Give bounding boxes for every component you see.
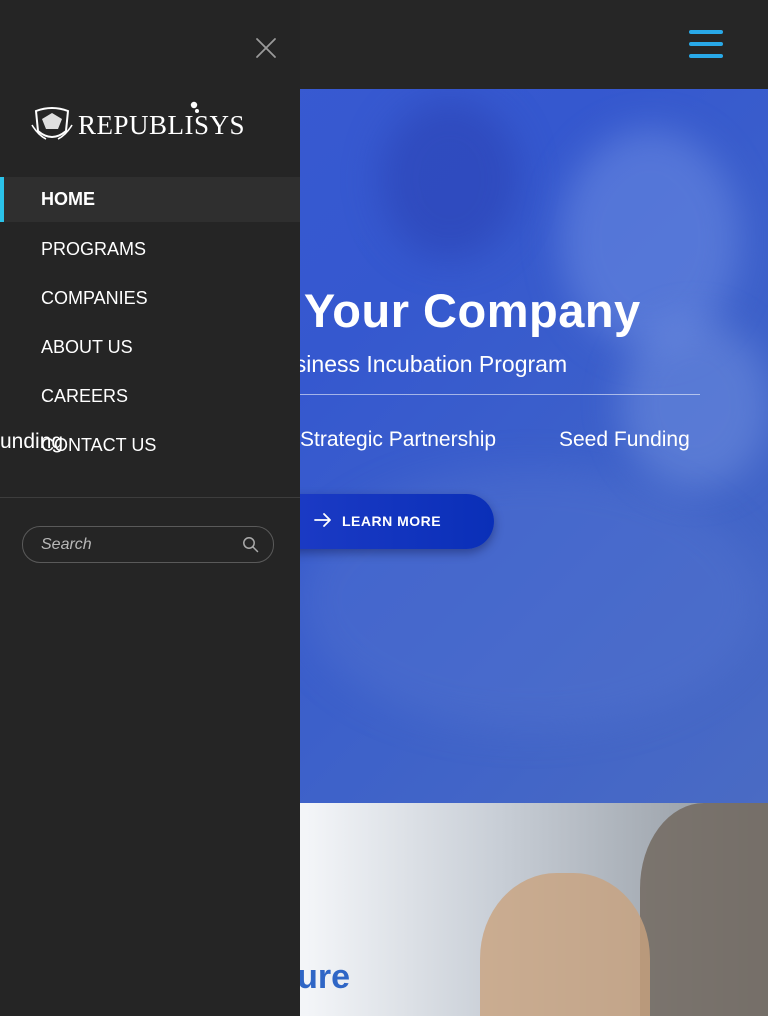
nav-item-label: PROGRAMS <box>41 239 147 259</box>
hero-divider <box>300 394 700 395</box>
nav-item-careers[interactable]: CAREERS <box>0 373 300 422</box>
nav-item-label: COMPANIES <box>41 288 148 308</box>
logo-dots-icon <box>190 101 199 113</box>
hero-title: n Your Company <box>262 284 641 337</box>
learn-more-label: LEARN MORE <box>342 513 442 529</box>
nav-item-label: CAREERS <box>41 386 129 406</box>
nav-item-companies[interactable]: COMPANIES <box>0 275 300 324</box>
logo[interactable]: REPUBLISYS <box>30 101 256 145</box>
logo-text: REPUBLISYS <box>78 110 246 140</box>
nav-item-label: ABOUT US <box>41 337 133 357</box>
hero-bg-shape <box>380 99 520 259</box>
nav-item-about-us[interactable]: ABOUT US <box>0 324 300 373</box>
nav-item-label: HOME <box>41 189 95 209</box>
feature-seed-funding: Seed Funding <box>559 428 690 451</box>
hero-bg-shape <box>620 319 768 489</box>
hamburger-icon[interactable] <box>689 30 723 60</box>
feature-strategic-partnership: Strategic Partnership <box>300 428 497 451</box>
arrow-right-icon <box>314 513 331 527</box>
background-photo <box>480 873 650 1016</box>
side-drawer: REPUBLISYS HOME PROGRAMS COMPANIES ABOUT… <box>0 0 300 1016</box>
nav-item-programs[interactable]: PROGRAMS <box>0 226 300 275</box>
drawer-nav: HOME PROGRAMS COMPANIES ABOUT US CAREERS… <box>0 177 300 471</box>
search-input[interactable] <box>41 527 231 562</box>
background-photo <box>640 803 768 1016</box>
feature-funding-overflow: unding <box>0 430 64 453</box>
drawer-divider <box>0 497 300 498</box>
close-icon[interactable] <box>255 37 277 59</box>
search-icon[interactable] <box>242 536 259 553</box>
hero-subtitle: usiness Incubation Program <box>282 351 568 377</box>
search-box <box>22 526 274 563</box>
logo-emblem-icon <box>31 107 73 140</box>
nav-item-home[interactable]: HOME <box>0 177 300 222</box>
